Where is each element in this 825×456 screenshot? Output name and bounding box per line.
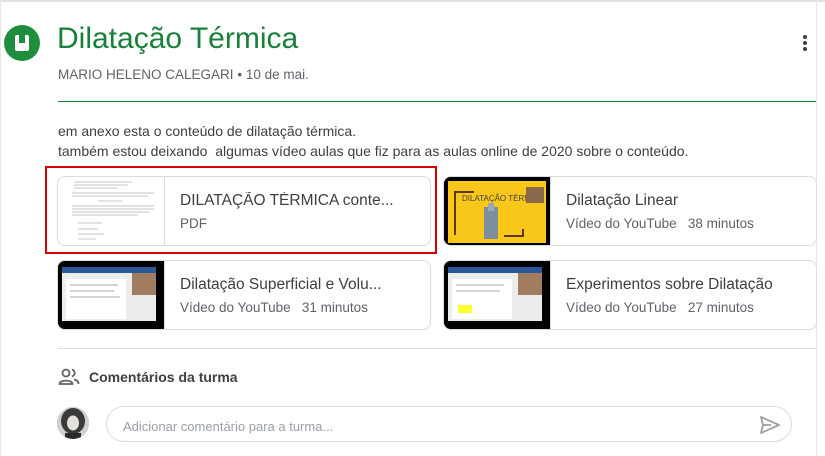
- post-title: Dilatação Térmica: [57, 22, 299, 55]
- video-duration: 27 minutos: [687, 300, 754, 315]
- pdf-thumbnail: [58, 177, 165, 245]
- video-source: Vídeo do YouTube: [566, 216, 677, 231]
- video-duration: 38 minutos: [687, 216, 754, 231]
- comments-divider: [58, 348, 816, 349]
- attachment-title: Dilatação Superficial e Volu...: [180, 276, 382, 293]
- more-options-icon[interactable]: [795, 32, 815, 54]
- post-author: MARIO HELENO CALEGARI: [58, 67, 234, 82]
- attachment-title: Experimentos sobre Dilatação: [566, 276, 773, 293]
- attachment-meta: Vídeo do YouTube 31 minutos: [180, 300, 368, 315]
- description-line-1: em anexo esta o conteúdo de dilatação té…: [58, 123, 357, 139]
- post-date: 10 de mai.: [245, 67, 309, 82]
- material-icon: [4, 25, 40, 61]
- video-source: Vídeo do YouTube: [566, 300, 677, 315]
- attachment-card-video[interactable]: DILATAÇÃO TÉRMICA Dilatação Linear Vídeo…: [443, 176, 817, 246]
- video-source: Vídeo do YouTube: [180, 300, 291, 315]
- send-icon[interactable]: [759, 415, 781, 435]
- people-icon: [58, 367, 80, 387]
- video-thumbnail: [444, 261, 551, 329]
- comment-input[interactable]: [121, 415, 725, 437]
- left-border: [0, 0, 1, 456]
- attachment-title: Dilatação Linear: [566, 192, 679, 209]
- description-line-2: também estou deixando algumas vídeo aula…: [58, 143, 689, 159]
- attachment-meta: Vídeo do YouTube 27 minutos: [566, 300, 754, 315]
- attachment-type: PDF: [180, 216, 207, 231]
- avatar: [57, 407, 89, 439]
- meta-separator: •: [237, 67, 243, 82]
- attachment-meta: Vídeo do YouTube 38 minutos: [566, 216, 754, 231]
- attachment-card-pdf[interactable]: DILATAÇÃO TÉRMICA conte... PDF: [57, 176, 431, 246]
- attachment-title: DILATAÇÃO TÉRMICA conte...: [180, 192, 394, 209]
- top-border: [0, 0, 825, 2]
- attachment-card-video[interactable]: Dilatação Superficial e Volu... Vídeo do…: [57, 260, 431, 330]
- video-thumbnail: DILATAÇÃO TÉRMICA: [444, 177, 551, 245]
- attachment-card-video[interactable]: Experimentos sobre Dilatação Vídeo do Yo…: [443, 260, 817, 330]
- class-comments-label[interactable]: Comentários da turma: [89, 369, 238, 385]
- header-divider: [58, 101, 816, 102]
- post-meta: MARIO HELENO CALEGARI • 10 de mai.: [58, 67, 309, 82]
- video-duration: 31 minutos: [301, 300, 368, 315]
- post-description: em anexo esta o conteúdo de dilatação té…: [58, 121, 688, 161]
- video-thumbnail: [58, 261, 165, 329]
- comment-box: [106, 406, 792, 442]
